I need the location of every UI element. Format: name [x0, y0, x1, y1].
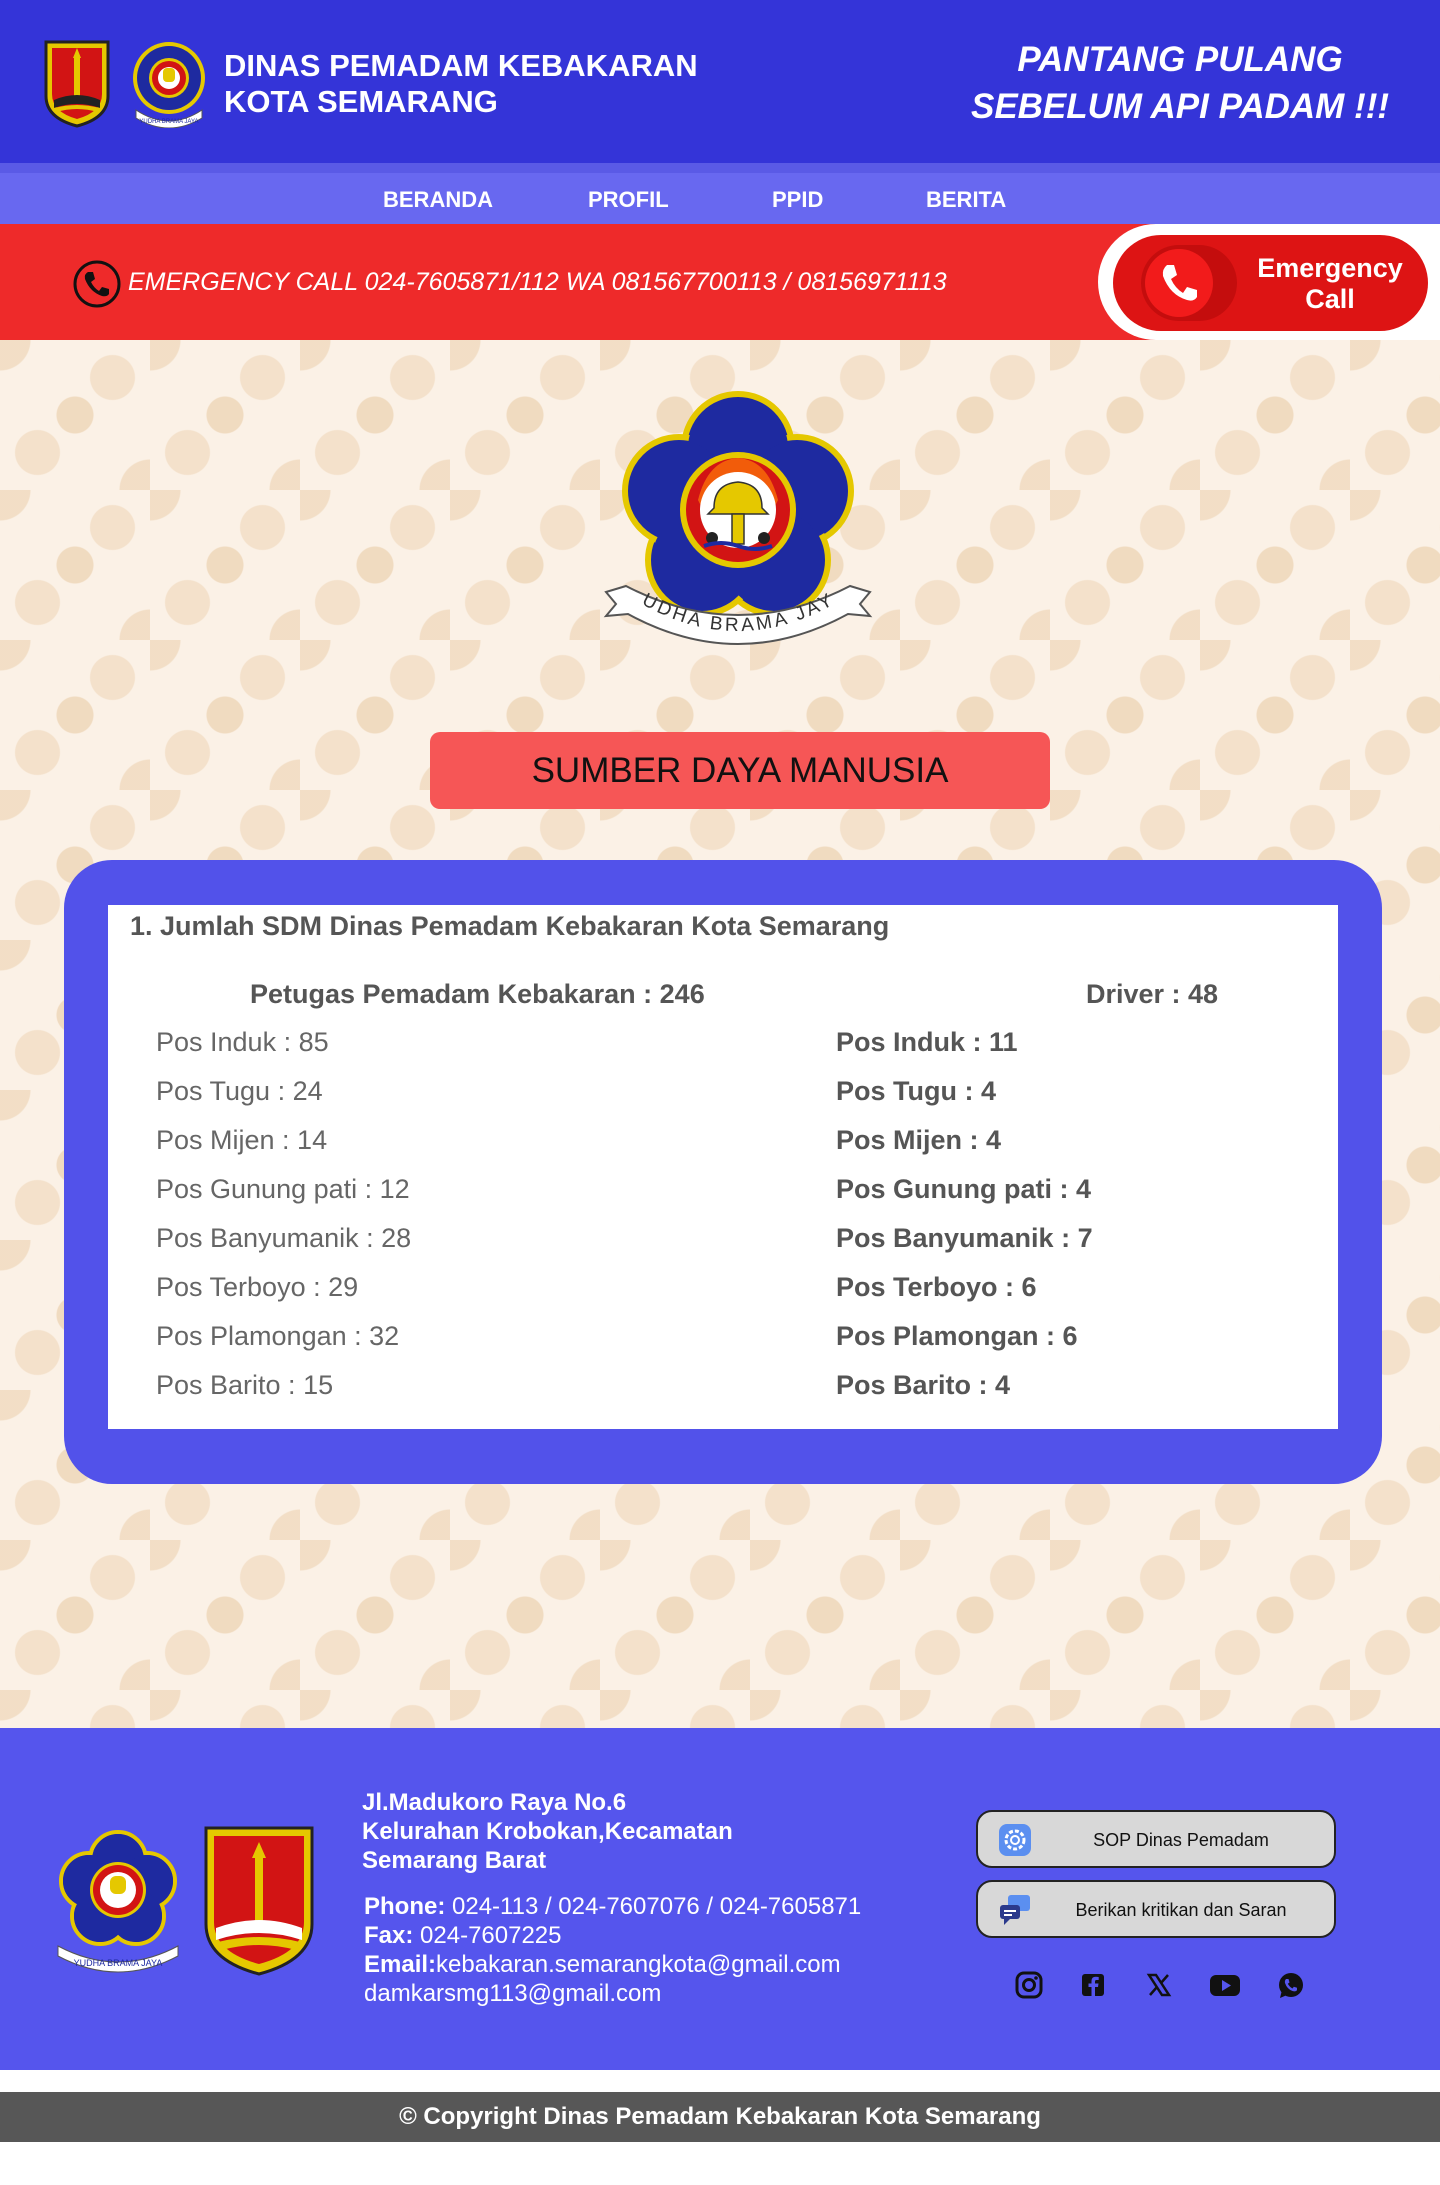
slogan-line1: PANTANG PULANG	[1017, 40, 1343, 79]
damkar-emblem: YUDHA BRAMA JAYA	[596, 382, 873, 645]
emergency-call-text: EMERGENCY CALL 024-7605871/112 WA 081567…	[128, 268, 947, 296]
phone-label: Phone:	[364, 1893, 446, 1920]
slogan-line2: SEBELUM API PADAM !!!	[970, 87, 1390, 126]
main-content: YUDHA BRAMA JAYA SUMBER DAYA MANUSIA 1. …	[0, 340, 1440, 1728]
footer-semarang-city-logo[interactable]	[202, 1824, 316, 1978]
fax-value: 024-7607225	[413, 1922, 562, 1949]
sop-button[interactable]: SOP Dinas Pemadam	[976, 1810, 1336, 1868]
sdm-panel: 1. Jumlah SDM Dinas Pemadam Kebakaran Ko…	[64, 860, 1382, 1484]
driver-row: Pos Plamongan : 6	[836, 1321, 1078, 1351]
youtube-icon[interactable]	[1208, 1968, 1242, 2002]
footer-address: Jl.Madukoro Raya No.6 Kelurahan Krobokan…	[362, 1788, 733, 1875]
firefighter-row: Pos Mijen : 14	[156, 1125, 328, 1155]
footer-contact: Phone: 024-113 / 024-7607076 / 024-76058…	[364, 1892, 861, 2008]
phone-handset-icon	[1162, 265, 1197, 301]
sop-button-label: SOP Dinas Pemadam	[1093, 1830, 1269, 1850]
x-icon[interactable]	[1142, 1968, 1176, 2002]
firefighter-row: Pos Barito : 15	[156, 1370, 334, 1400]
emergency-button-circle	[1145, 249, 1213, 317]
driver-row: Pos Gunung pati : 4	[836, 1174, 1091, 1204]
firefighter-total: Petugas Pemadam Kebakaran : 246	[250, 979, 705, 1009]
panel-heading: 1. Jumlah SDM Dinas Pemadam Kebakaran Ko…	[130, 911, 890, 941]
phone-value[interactable]: 024-113 / 024-7607076 / 024-7605871	[445, 1893, 861, 1920]
driver-row: Pos Induk : 11	[836, 1027, 1018, 1057]
emergency-button-label: Emergency Call	[1245, 253, 1415, 315]
driver-total: Driver : 48	[1086, 979, 1219, 1009]
firefighter-row: Pos Terboyo : 29	[156, 1272, 359, 1302]
address-line3: Semarang Barat	[362, 1847, 547, 1874]
phone-icon	[73, 260, 121, 308]
address-line2: Kelurahan Krobokan,Kecamatan	[362, 1818, 733, 1845]
address-line1: Jl.Madukoro Raya No.6	[362, 1789, 627, 1816]
footer-damkar-logo[interactable]: YUDHA BRAMA JAYA	[48, 1828, 188, 1978]
nav-profil[interactable]: PROFIL	[588, 187, 669, 213]
driver-row: Pos Tugu : 4	[836, 1076, 996, 1106]
copyright-bar: © Copyright Dinas Pemadam Kebakaran Kota…	[0, 2092, 1440, 2142]
fax-label: Fax:	[364, 1922, 414, 1949]
chat-icon	[1000, 1895, 1030, 1925]
firefighter-row: Pos Plamongan : 32	[156, 1321, 400, 1351]
semarang-city-logo[interactable]	[42, 38, 112, 128]
nav-beranda[interactable]: BERANDA	[383, 187, 493, 213]
firefighter-row: Pos Banyumanik : 28	[156, 1223, 412, 1253]
emergency-call-button[interactable]: Emergency Call	[1113, 235, 1428, 331]
small-logo-motto: YUDHA BRAMA JAYA	[139, 119, 198, 125]
site-title-line1: DINAS PEMADAM KEBAKARAN	[224, 48, 698, 83]
driver-row: Pos Barito : 4	[836, 1370, 1011, 1400]
site-header: YUDHA BRAMA JAYA DINAS PEMADAM KEBAKARAN…	[0, 0, 1440, 163]
site-footer: YUDHA BRAMA JAYA Jl.Madukoro Raya No.6 K…	[0, 1728, 1440, 2070]
facebook-icon[interactable]	[1076, 1968, 1110, 2002]
sdm-panel-inner: 1. Jumlah SDM Dinas Pemadam Kebakaran Ko…	[108, 905, 1338, 1429]
driver-row: Pos Mijen : 4	[836, 1125, 1002, 1155]
feedback-button[interactable]: Berikan kritikan dan Saran	[976, 1880, 1336, 1938]
fax-line: Fax: 024-7607225	[364, 1921, 861, 1950]
nav-ppid[interactable]: PPID	[772, 187, 823, 213]
driver-row: Pos Terboyo : 6	[836, 1272, 1037, 1302]
firefighter-row: Pos Tugu : 24	[156, 1076, 323, 1106]
slogan: PANTANG PULANG SEBELUM API PADAM !!!	[960, 36, 1400, 130]
whatsapp-icon[interactable]	[1274, 1968, 1308, 2002]
site-title: DINAS PEMADAM KEBAKARAN KOTA SEMARANG	[224, 48, 698, 120]
gear-icon	[999, 1824, 1031, 1856]
footer-logo-motto: YUDHA BRAMA JAYA	[74, 1958, 163, 1968]
damkar-logo-small[interactable]: YUDHA BRAMA JAYA	[128, 38, 210, 128]
main-nav: BERANDA PROFIL PPID BERITA	[0, 163, 1440, 225]
email-value-2[interactable]: damkarsmg113@gmail.com	[364, 1979, 861, 2008]
email-value[interactable]: kebakaran.semarangkota@gmail.com	[436, 1951, 841, 1978]
firefighter-row: Pos Gunung pati : 12	[156, 1174, 410, 1204]
driver-row: Pos Banyumanik : 7	[836, 1223, 1093, 1253]
email-label: Email:	[364, 1951, 437, 1978]
emergency-button-label-line2: Call	[1305, 284, 1355, 314]
emergency-button-label-line1: Emergency	[1257, 253, 1403, 283]
firefighter-row: Pos Induk : 85	[156, 1027, 329, 1057]
site-title-line2: KOTA SEMARANG	[224, 84, 498, 119]
instagram-icon[interactable]	[1012, 1968, 1046, 2002]
feedback-button-label: Berikan kritikan dan Saran	[1075, 1900, 1287, 1920]
phone-line: Phone: 024-113 / 024-7607076 / 024-76058…	[364, 1892, 861, 1921]
section-title: SUMBER DAYA MANUSIA	[430, 732, 1050, 809]
email-line: Email:kebakaran.semarangkota@gmail.com	[364, 1950, 861, 1979]
nav-berita[interactable]: BERITA	[926, 187, 1006, 213]
